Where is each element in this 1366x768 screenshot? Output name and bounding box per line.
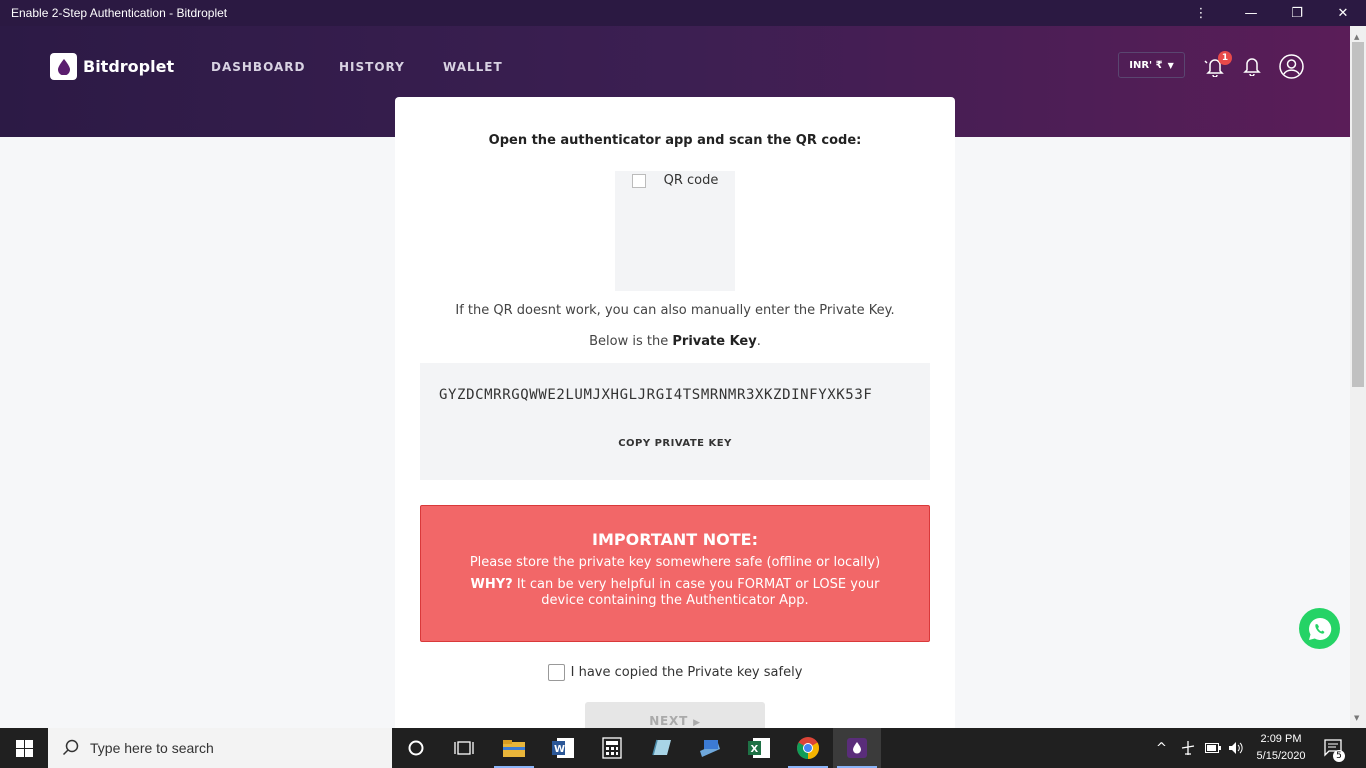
confirm-copied-row[interactable]: I have copied the Private key safely [395,664,955,681]
intro-suffix: . [756,334,761,349]
scroll-down-icon[interactable]: ▼ [1354,714,1359,722]
user-account-icon[interactable] [1279,54,1304,83]
calculator-icon[interactable] [588,728,636,768]
clock-time: 2:09 PM [1260,733,1302,745]
remote-desktop-icon[interactable] [686,728,734,768]
start-button[interactable] [0,728,48,768]
scroll-up-icon[interactable]: ▲ [1354,33,1359,41]
cortana-icon[interactable] [392,728,440,768]
manual-entry-text: If the QR doesnt work, you can also manu… [455,303,895,318]
chrome-icon[interactable] [784,728,832,768]
confirm-checkbox[interactable] [547,664,565,681]
notification-badge: 1 [1218,51,1232,65]
two-step-setup-card: Open the authenticator app and scan the … [395,97,955,737]
scan-instruction: Open the authenticator app and scan the … [488,133,862,148]
qr-alt-text: QR code [663,173,719,188]
private-key-intro: Below is the Private Key. [395,334,955,349]
note-why: WHY? [470,577,513,592]
restore-button[interactable]: ❐ [1274,0,1320,26]
intro-prefix: Below is the [589,334,673,349]
window-title: Enable 2-Step Authentication - Bitdrople… [11,6,228,20]
important-note: IMPORTANT NOTE: Please store the private… [420,505,930,642]
play-icon: ▶ [693,718,701,728]
intro-bold: Private Key [672,334,757,349]
note-why-text: It can be very helpful in case you FORMA… [512,577,880,608]
chevron-up-icon: ^ [1156,740,1167,756]
windows-logo-icon [15,739,33,757]
bitdroplet-app-icon[interactable] [833,728,881,768]
nav-dashboard[interactable]: DASHBOARD [211,60,305,74]
currency-selector[interactable]: INR' ₹ ▼ [1118,52,1185,78]
taskbar-search[interactable]: Type here to search [48,728,392,768]
word-icon[interactable]: W [539,728,587,768]
search-placeholder: Type here to search [90,740,214,756]
nav-history[interactable]: HISTORY [339,60,405,74]
volume-icon[interactable] [1228,728,1244,768]
windows-taskbar: Type here to search W X ^ 2:09 PM 5/15/2… [0,728,1366,768]
note-line-1: Please store the private key somewhere s… [469,555,881,570]
close-button[interactable]: ✕ [1320,0,1366,26]
task-view-icon[interactable] [440,728,488,768]
bell-icon[interactable] [1243,56,1261,80]
currency-label: INR' ₹ [1129,59,1163,71]
confirm-label[interactable]: I have copied the Private key safely [571,665,803,680]
system-clock[interactable]: 2:09 PM 5/15/2020 [1250,731,1312,765]
airplane-mode-icon[interactable] [1180,728,1196,768]
whatsapp-chat-button[interactable] [1299,608,1340,649]
note-title: IMPORTANT NOTE: [592,530,758,549]
svg-text:W: W [554,744,565,755]
whatsapp-icon [1308,617,1331,640]
notepad-app-icon[interactable] [637,728,685,768]
note-line-2: WHY? It can be very helpful in case you … [421,577,929,609]
svg-text:X: X [751,744,759,755]
broken-image-icon [631,173,646,188]
private-key-box: GYZDCMRRGQWWE2LUMJXHGLJRGI4TSMRNMR3XKZDI… [420,363,930,480]
excel-icon[interactable]: X [735,728,783,768]
brand-logo[interactable]: Bitdroplet [50,53,174,80]
scrollbar-thumb[interactable] [1352,42,1364,387]
search-icon [62,739,79,756]
brand-name: Bitdroplet [83,57,175,76]
window-titlebar: Enable 2-Step Authentication - Bitdrople… [0,0,1366,26]
file-explorer-icon[interactable] [490,728,538,768]
nav-wallet[interactable]: WALLET [443,60,503,74]
action-center-count: 5 [1333,750,1345,762]
droplet-icon [50,53,77,80]
show-hidden-icons[interactable]: ^ [1156,728,1167,768]
more-options-icon[interactable]: ⋮ [1178,0,1224,26]
next-label: NEXT [649,714,689,728]
qr-code-image: QR code [615,171,735,291]
battery-icon[interactable] [1205,728,1221,768]
chevron-down-icon: ▼ [1167,60,1174,70]
copy-private-key-button[interactable]: COPY PRIVATE KEY [420,438,930,449]
private-key-value[interactable]: GYZDCMRRGQWWE2LUMJXHGLJRGI4TSMRNMR3XKZDI… [439,383,914,407]
action-center-icon[interactable]: 5 [1324,728,1345,768]
minimize-button[interactable]: — [1228,0,1274,26]
clock-date: 5/15/2020 [1256,750,1306,762]
